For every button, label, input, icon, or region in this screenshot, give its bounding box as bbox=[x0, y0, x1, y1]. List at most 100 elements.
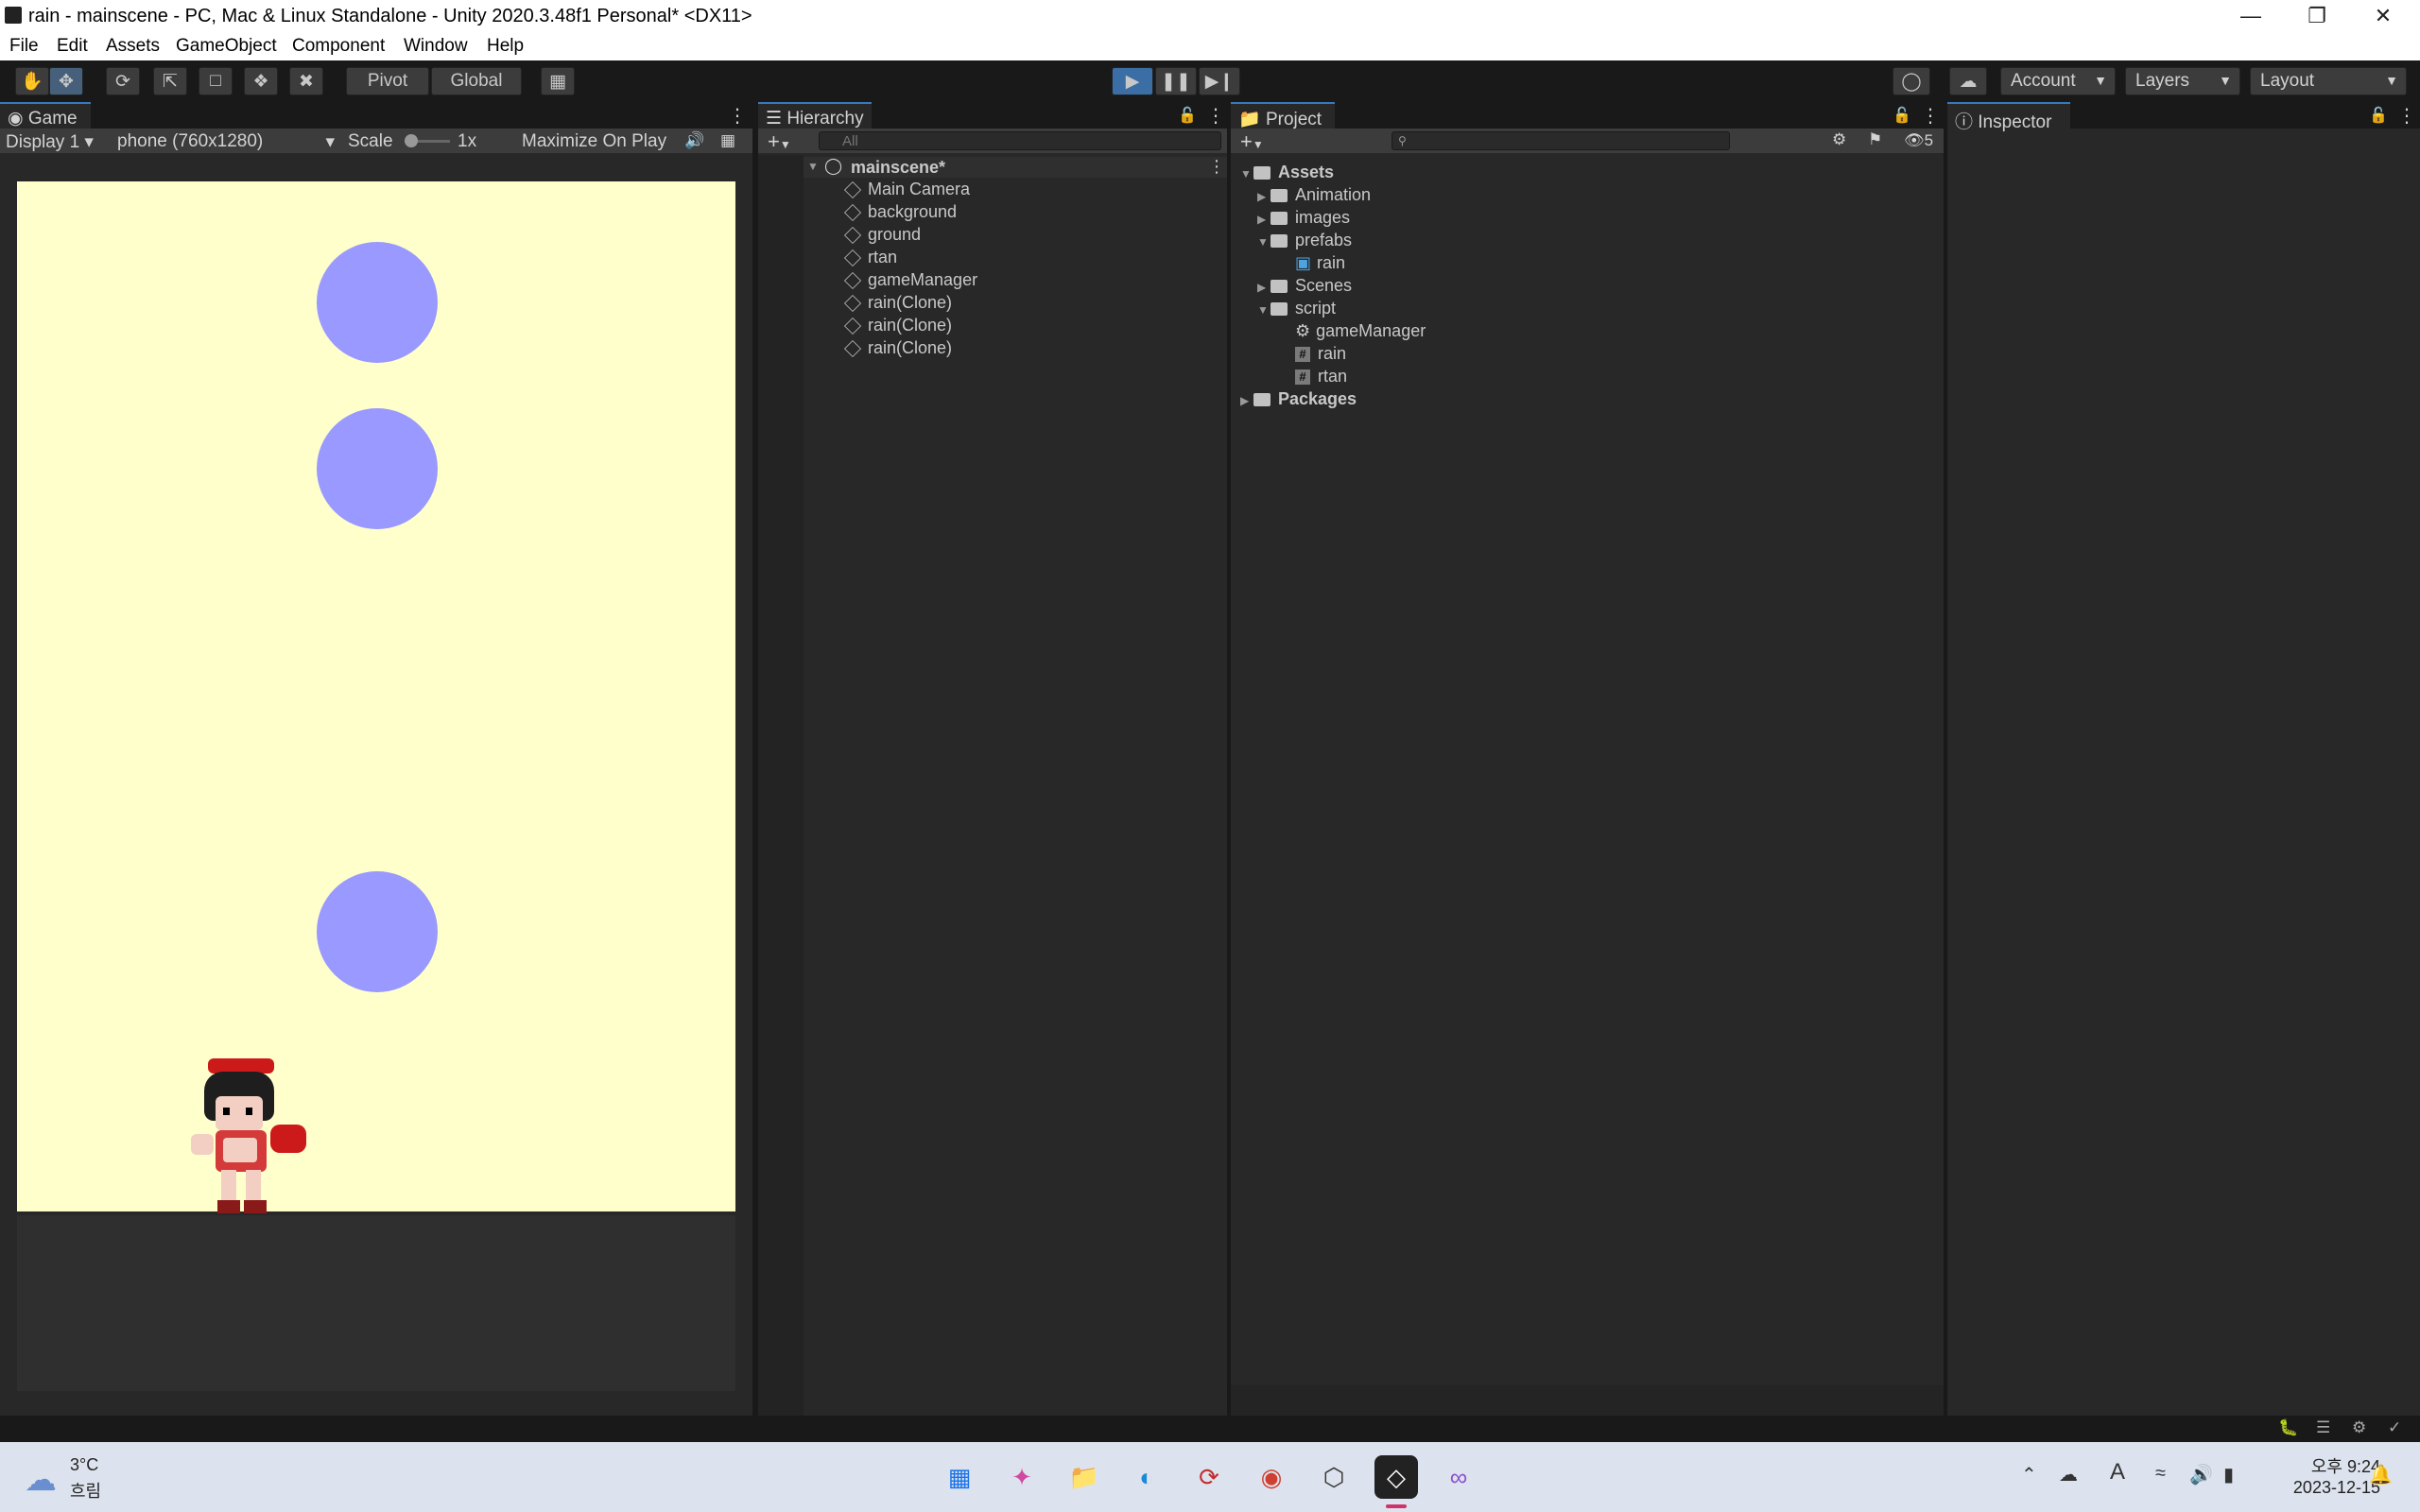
search-by-label-icon[interactable]: ⚑ bbox=[1868, 130, 1882, 149]
scene-row[interactable]: ▼ ◯ mainscene* ⋮ bbox=[804, 157, 1227, 178]
hierarchy-item[interactable]: rain(Clone) bbox=[843, 316, 952, 335]
tab-hierarchy[interactable]: ☰ Hierarchy bbox=[758, 102, 872, 129]
onedrive-icon[interactable]: ☁ bbox=[2059, 1463, 2078, 1486]
chevron-right-icon[interactable]: ▶ bbox=[1240, 394, 1253, 407]
unity-editor-icon[interactable]: ◇ bbox=[1374, 1455, 1418, 1499]
mute-audio-icon[interactable]: 🔊 bbox=[684, 131, 704, 150]
kebab-menu-icon[interactable]: ⋮ bbox=[2397, 104, 2416, 128]
windows-start-icon[interactable]: ▦ bbox=[938, 1455, 981, 1499]
menu-edit[interactable]: Edit bbox=[57, 36, 88, 57]
grid-snap-icon[interactable]: ▦ bbox=[541, 67, 575, 95]
ime-icon[interactable]: A bbox=[2110, 1459, 2125, 1486]
pivot-toggle[interactable]: Pivot bbox=[346, 67, 429, 95]
chevron-down-icon[interactable]: ▼ bbox=[1240, 167, 1253, 180]
script-gamemanager[interactable]: ⚙ gameManager bbox=[1295, 321, 1426, 341]
copilot-icon[interactable]: ✦ bbox=[1000, 1455, 1044, 1499]
folder-packages[interactable]: ▶ Packages bbox=[1240, 389, 1357, 409]
kebab-menu-icon[interactable]: ⋮ bbox=[1208, 157, 1225, 177]
restore-button[interactable]: ❐ bbox=[2284, 0, 2350, 32]
hierarchy-item[interactable]: background bbox=[843, 202, 957, 222]
visual-studio-icon[interactable]: ∞ bbox=[1437, 1455, 1480, 1499]
hierarchy-item[interactable]: rain(Clone) bbox=[843, 293, 952, 313]
prefab-rain[interactable]: ▣ rain bbox=[1295, 253, 1345, 273]
progress-icon[interactable]: ✓ bbox=[2388, 1418, 2401, 1437]
unity-hub-icon[interactable]: ⬡ bbox=[1312, 1455, 1356, 1499]
display-dropdown[interactable]: Display 1 ▾ bbox=[6, 131, 94, 153]
minimize-button[interactable]: — bbox=[2218, 0, 2284, 32]
add-object-button[interactable]: +▼ bbox=[768, 129, 791, 154]
tab-project[interactable]: 📁 Project bbox=[1231, 102, 1335, 129]
auto-generate-icon[interactable]: ⚙ bbox=[2352, 1418, 2366, 1437]
battery-icon[interactable]: ▮ bbox=[2223, 1463, 2234, 1486]
play-button[interactable]: ▶ bbox=[1112, 67, 1153, 95]
wifi-icon[interactable]: ≈ bbox=[2155, 1463, 2166, 1485]
tab-inspector[interactable]: ⓘ Inspector bbox=[1947, 102, 2070, 132]
cloud-icon[interactable]: ☁ bbox=[1949, 67, 1987, 95]
chevron-right-icon[interactable]: ▶ bbox=[1257, 190, 1270, 203]
folder-assets[interactable]: ▼ Assets bbox=[1240, 163, 1334, 182]
kebab-menu-icon[interactable]: ⋮ bbox=[1206, 104, 1225, 128]
account-dropdown[interactable]: Account ▼ bbox=[2000, 67, 2116, 95]
hierarchy-search-input[interactable] bbox=[819, 131, 1221, 150]
lock-icon[interactable]: 🔓 bbox=[1893, 106, 1911, 125]
chevron-down-icon[interactable]: ▼ bbox=[1257, 235, 1270, 249]
pause-button[interactable]: ❚❚ bbox=[1155, 67, 1197, 95]
folder-images[interactable]: ▶ images bbox=[1257, 208, 1350, 228]
kebab-menu-icon[interactable]: ⋮ bbox=[728, 104, 747, 128]
tab-game[interactable]: ◉ Game bbox=[0, 102, 91, 129]
scale-tool-icon[interactable]: ⇱ bbox=[153, 67, 187, 95]
collab-icon[interactable]: ◯ bbox=[1893, 67, 1930, 95]
script-rtan[interactable]: # rtan bbox=[1295, 367, 1347, 387]
hierarchy-item[interactable]: gameManager bbox=[843, 270, 977, 290]
rect-tool-icon[interactable]: □ bbox=[199, 67, 233, 95]
cloud-weather-icon[interactable]: ☁ bbox=[25, 1461, 57, 1499]
sync-app-icon[interactable]: ⟳ bbox=[1187, 1455, 1231, 1499]
edge-icon[interactable]: ◐ bbox=[1125, 1455, 1168, 1499]
scale-slider-handle[interactable] bbox=[405, 134, 418, 147]
chevron-right-icon[interactable]: ▶ bbox=[1257, 213, 1270, 226]
transform-tool-icon[interactable]: ❖ bbox=[244, 67, 278, 95]
weather-temp[interactable]: 3°C bbox=[70, 1455, 98, 1475]
resolution-dropdown[interactable]: phone (760x1280) ▾ bbox=[117, 131, 335, 152]
lock-icon[interactable]: 🔓 bbox=[1178, 106, 1197, 125]
maximize-on-play-toggle[interactable]: Maximize On Play bbox=[522, 131, 666, 152]
create-asset-button[interactable]: +▼ bbox=[1240, 129, 1264, 154]
folder-script[interactable]: ▼ script bbox=[1257, 299, 1336, 318]
layers-dropdown[interactable]: Layers ▼ bbox=[2125, 67, 2240, 95]
menu-file[interactable]: File bbox=[9, 36, 39, 57]
hidden-packages-toggle[interactable]: 👁5 bbox=[1904, 131, 1933, 150]
layout-dropdown[interactable]: Layout ▼ bbox=[2250, 67, 2407, 95]
volume-icon[interactable]: 🔊 bbox=[2189, 1463, 2213, 1486]
hierarchy-item[interactable]: rtan bbox=[843, 248, 897, 267]
step-button[interactable]: ▶❙ bbox=[1199, 67, 1240, 95]
hand-tool-icon[interactable]: ✋ bbox=[15, 67, 49, 95]
close-button[interactable]: ✕ bbox=[2350, 0, 2416, 32]
notification-bell-icon[interactable]: 🔔 bbox=[2369, 1463, 2393, 1486]
custom-tool-icon[interactable]: ✖ bbox=[289, 67, 323, 95]
stats-icon[interactable]: ▦ bbox=[720, 131, 735, 150]
weather-desc[interactable]: 흐림 bbox=[70, 1478, 101, 1503]
lock-icon[interactable]: 🔓 bbox=[2369, 106, 2388, 125]
folder-scenes[interactable]: ▶ Scenes bbox=[1257, 276, 1352, 296]
hierarchy-item[interactable]: Main Camera bbox=[843, 180, 970, 199]
chevron-right-icon[interactable]: ▶ bbox=[1257, 281, 1270, 294]
hierarchy-item[interactable]: ground bbox=[843, 225, 921, 245]
file-explorer-icon[interactable]: 📁 bbox=[1063, 1455, 1106, 1499]
menu-assets[interactable]: Assets bbox=[106, 36, 160, 57]
project-search-input[interactable]: ⚲ bbox=[1392, 131, 1730, 150]
chevron-down-icon[interactable]: ▼ bbox=[807, 160, 819, 173]
kebab-menu-icon[interactable]: ⋮ bbox=[1921, 104, 1940, 128]
clock-date[interactable]: 2023-12-15 bbox=[2269, 1478, 2380, 1498]
chevron-up-icon[interactable]: ⌃ bbox=[2021, 1463, 2037, 1486]
chrome-icon[interactable]: ◉ bbox=[1250, 1455, 1293, 1499]
menu-window[interactable]: Window bbox=[404, 36, 468, 57]
debug-icon[interactable]: 🐛 bbox=[2278, 1418, 2298, 1437]
script-rain[interactable]: # rain bbox=[1295, 344, 1346, 364]
layers-icon[interactable]: ☰ bbox=[2316, 1418, 2330, 1437]
game-view[interactable] bbox=[17, 181, 735, 1213]
folder-prefabs[interactable]: ▼ prefabs bbox=[1257, 231, 1352, 250]
folder-animation[interactable]: ▶ Animation bbox=[1257, 185, 1371, 205]
chevron-down-icon[interactable]: ▼ bbox=[1257, 303, 1270, 317]
clock-time[interactable]: 오후 9:24 bbox=[2288, 1453, 2380, 1478]
rotate-tool-icon[interactable]: ⟳ bbox=[106, 67, 140, 95]
